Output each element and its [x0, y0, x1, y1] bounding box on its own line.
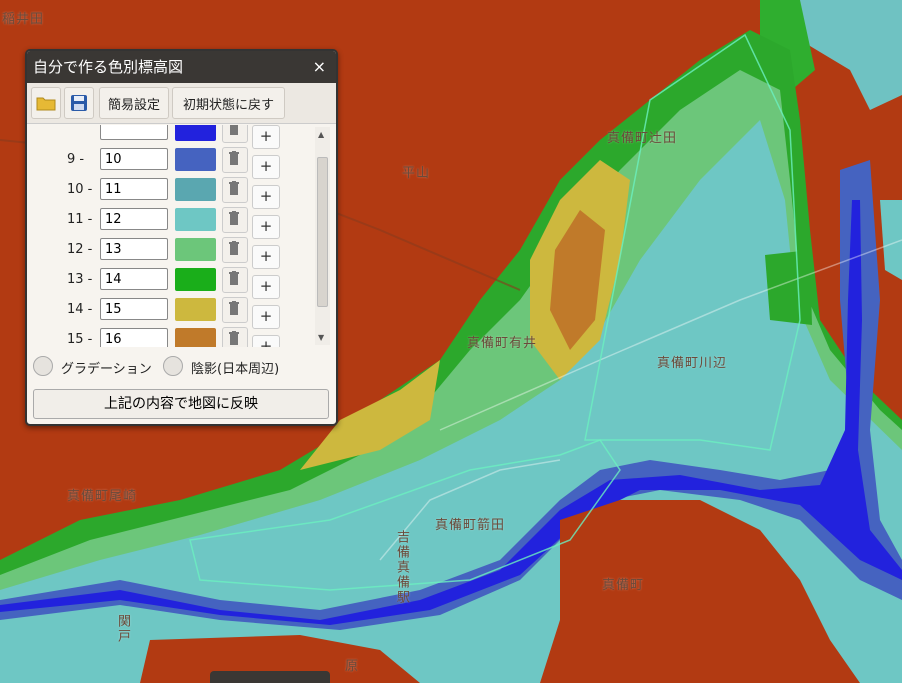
scroll-down-icon[interactable]: ▼ [318, 333, 324, 342]
trash-icon [229, 181, 239, 195]
scrollbar[interactable]: ▲ ▼ [315, 127, 330, 345]
range-to-input[interactable]: 11 [100, 178, 168, 200]
map-label: 関戸 [115, 614, 130, 644]
panel-titlebar[interactable]: 自分で作る色別標高図 × [27, 51, 336, 83]
panel-title: 自分で作る色別標高図 [33, 58, 184, 76]
elevation-row: 9 -10 + [27, 145, 317, 179]
range-to-input[interactable]: 10 [100, 148, 168, 170]
map-label: 原 [345, 659, 360, 674]
simple-settings-button[interactable]: 簡易設定 [99, 87, 169, 119]
elevation-row: 15 -16 + [27, 325, 317, 347]
elevation-row: 13 -14 + [27, 265, 317, 299]
map-label: 吉備真備駅 [394, 530, 409, 605]
color-swatch[interactable] [175, 238, 216, 261]
elevation-row-list: +9 -10 +10 -11 +11 -12 +12 -13 +13 -14 +14 -1… [27, 125, 317, 347]
elevation-row: 11 -12 + [27, 205, 317, 239]
color-swatch[interactable] [175, 268, 216, 291]
elevation-row: 10 -11 + [27, 175, 317, 209]
trash-icon [229, 271, 239, 285]
panel-toolbar: 簡易設定 初期状態に戻す [27, 83, 336, 124]
trash-icon [229, 331, 239, 345]
trash-icon [229, 211, 239, 225]
map-label: 真備町有井 [467, 336, 538, 351]
elevation-row: 12 -13 + [27, 235, 317, 269]
apply-button[interactable]: 上記の内容で地図に反映 [33, 389, 329, 419]
folder-icon [36, 97, 56, 111]
range-to-input[interactable]: 13 [100, 238, 168, 260]
color-swatch[interactable] [175, 148, 216, 171]
color-swatch[interactable] [175, 178, 216, 201]
delete-row-button[interactable] [222, 207, 248, 233]
map-label: 真備町辻田 [607, 131, 678, 146]
delete-row-button[interactable] [222, 267, 248, 293]
map-label: 平山 [402, 166, 431, 181]
map-label: 真備町 [602, 578, 645, 593]
bottom-tab[interactable] [210, 671, 330, 683]
range-to-input[interactable]: 15 [100, 298, 168, 320]
range-to-input[interactable]: 12 [100, 208, 168, 230]
map-label: 稲井田 [2, 12, 45, 27]
gradation-label: グラデーション [61, 362, 152, 377]
delete-row-button[interactable] [222, 125, 248, 143]
close-button[interactable]: × [313, 51, 326, 83]
map-label: 真備町尾崎 [67, 489, 138, 504]
range-to-input[interactable]: 16 [100, 328, 168, 347]
gradation-toggle[interactable] [33, 356, 53, 376]
color-swatch[interactable] [175, 208, 216, 231]
reset-button[interactable]: 初期状態に戻す [172, 87, 285, 119]
delete-row-button[interactable] [222, 327, 248, 347]
color-swatch[interactable] [175, 328, 216, 347]
scroll-up-icon[interactable]: ▲ [318, 130, 324, 139]
open-file-button[interactable] [31, 87, 61, 119]
map-label: 真備町箭田 [435, 518, 506, 533]
color-swatch[interactable] [175, 298, 216, 321]
range-to-input[interactable] [100, 125, 168, 140]
map-label: 真備町川辺 [657, 356, 728, 371]
add-row-button[interactable]: + [252, 335, 280, 347]
elevation-row: 14 -15 + [27, 295, 317, 329]
range-to-input[interactable]: 14 [100, 268, 168, 290]
elevation-color-panel: 自分で作る色別標高図 × 簡易設定 初期状態に戻す +9 -10 +10 -11 +… [25, 49, 338, 426]
delete-row-button[interactable] [222, 297, 248, 323]
save-icon [71, 95, 87, 111]
trash-icon [229, 241, 239, 255]
shade-toggle[interactable] [163, 356, 183, 376]
delete-row-button[interactable] [222, 147, 248, 173]
shade-label: 陰影(日本周辺) [191, 362, 280, 377]
elevation-row: + [27, 125, 317, 149]
trash-icon [230, 125, 238, 135]
trash-icon [229, 151, 239, 165]
save-button[interactable] [64, 87, 94, 119]
color-swatch[interactable] [175, 125, 216, 141]
delete-row-button[interactable] [222, 177, 248, 203]
trash-icon [229, 301, 239, 315]
scroll-thumb[interactable] [317, 157, 328, 307]
delete-row-button[interactable] [222, 237, 248, 263]
